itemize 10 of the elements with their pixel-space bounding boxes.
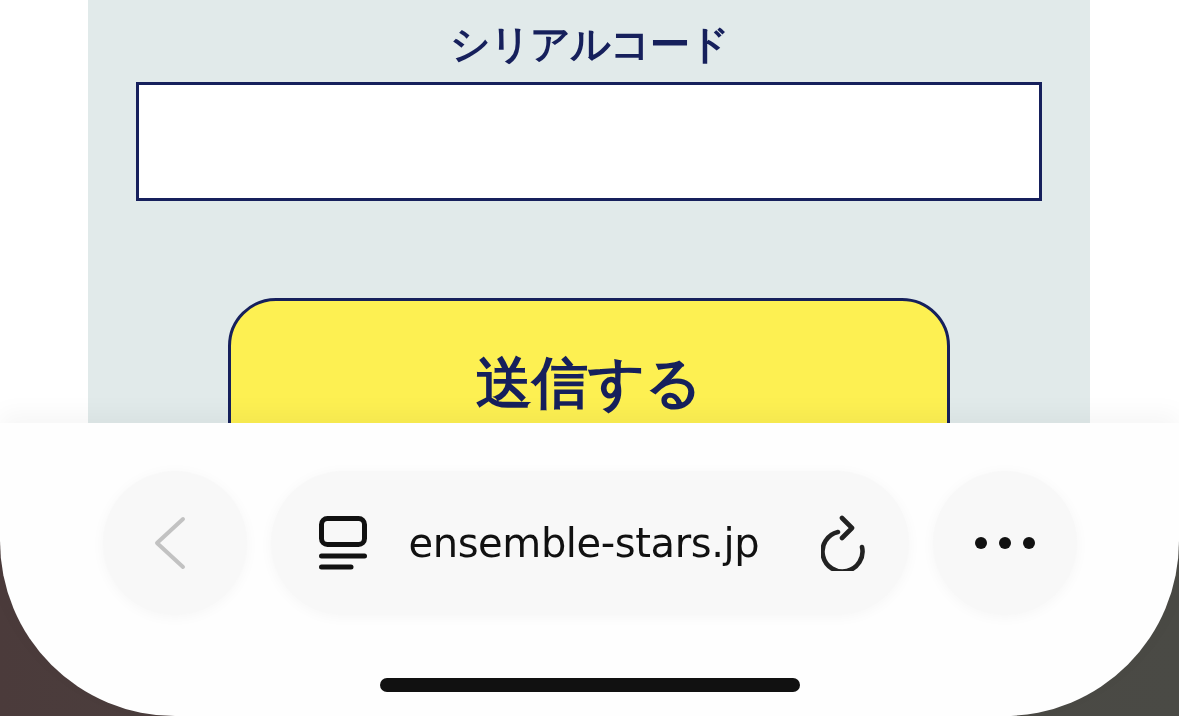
reload-icon [820, 515, 867, 571]
field-label: シリアルコード [449, 20, 729, 68]
page-menu-icon [318, 516, 367, 570]
address-bar[interactable]: ensemble-stars.jp [270, 471, 909, 615]
submit-button[interactable]: 送信する [228, 298, 950, 423]
reload-button[interactable] [820, 515, 867, 571]
more-icon [973, 536, 1036, 550]
chevron-left-icon [153, 516, 186, 570]
serial-code-input[interactable] [136, 82, 1042, 201]
url-text: ensemble-stars.jp [408, 520, 760, 566]
